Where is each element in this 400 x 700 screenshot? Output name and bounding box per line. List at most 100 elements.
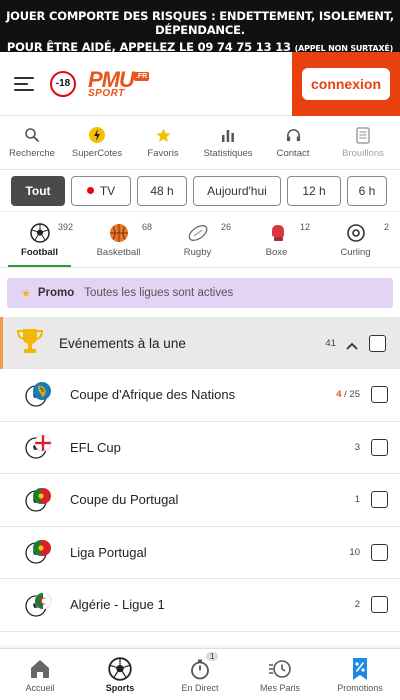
promo-text: Toutes les ligues sont actives bbox=[84, 287, 234, 299]
quick-nav-label: Brouillons bbox=[342, 148, 384, 159]
boxing-glove-icon bbox=[267, 222, 287, 244]
tab-rugby[interactable]: 26 Rugby bbox=[158, 218, 237, 267]
quick-nav: Recherche SuperCotes Favoris Statistique… bbox=[0, 116, 400, 170]
tab-football[interactable]: 392 Football bbox=[0, 218, 79, 267]
filter-today[interactable]: Aujourd'hui bbox=[193, 175, 281, 206]
competition-row-algerie-ligue1[interactable]: Algérie - Ligue 1 2 bbox=[0, 579, 400, 632]
tab-label: Rugby bbox=[183, 247, 212, 258]
curling-icon bbox=[346, 222, 366, 244]
portugal-flag-ball-icon bbox=[24, 485, 54, 515]
filter-48h[interactable]: 48 h bbox=[137, 175, 187, 206]
sport-tabs: 392 Football 68 Basketball 26 Rugby 12 B… bbox=[0, 218, 400, 268]
tab-label: Curling bbox=[340, 247, 371, 258]
bottom-nav-label: Sports bbox=[105, 683, 135, 693]
featured-events-header[interactable]: Evénements à la une 41 bbox=[0, 317, 400, 369]
trophy-icon bbox=[15, 327, 45, 360]
tab-count: 392 bbox=[57, 222, 73, 232]
tab-count: 26 bbox=[220, 222, 231, 232]
competition-name: EFL Cup bbox=[70, 439, 121, 455]
live-count-badge: 1 bbox=[206, 652, 219, 661]
competition-row-liga-portugal[interactable]: Liga Portugal 10 bbox=[0, 527, 400, 579]
competition-count-total: 2 bbox=[354, 599, 360, 611]
competition-row-coupe-portugal[interactable]: Coupe du Portugal 1 bbox=[0, 474, 400, 527]
tab-label: Basketball bbox=[96, 247, 141, 258]
competition-checkbox[interactable] bbox=[371, 543, 388, 561]
basketball-icon bbox=[109, 222, 129, 244]
competition-count: 2 bbox=[355, 599, 360, 610]
chevron-up-icon[interactable] bbox=[346, 337, 358, 355]
filter-all[interactable]: Tout bbox=[11, 175, 65, 206]
tab-curling[interactable]: 2 Curling bbox=[316, 218, 395, 267]
pmu-sport-logo[interactable]: PMU .FR SPORT bbox=[88, 68, 150, 99]
featured-title: Evénements à la une bbox=[59, 335, 186, 351]
featured-count: 41 bbox=[325, 337, 336, 349]
soccer-ball-icon bbox=[29, 222, 50, 244]
login-area: connexion bbox=[292, 52, 400, 116]
bottom-nav-accueil[interactable]: Accueil bbox=[0, 649, 80, 700]
filter-tv[interactable]: TV bbox=[71, 175, 131, 206]
competition-checkbox[interactable] bbox=[371, 438, 388, 456]
competition-count-total: 3 bbox=[354, 441, 360, 453]
tab-count: 12 bbox=[299, 222, 310, 232]
bottom-nav-label: En Direct bbox=[181, 683, 219, 693]
warning-line-1: Jouer comporte des risques : endettement… bbox=[6, 9, 394, 37]
competition-name: Coupe du Portugal bbox=[70, 492, 179, 508]
tab-label: Boxe bbox=[265, 247, 288, 258]
competition-checkbox[interactable] bbox=[371, 386, 388, 404]
bottom-nav-sports[interactable]: Sports bbox=[80, 649, 160, 700]
quick-nav-label: Statistiques bbox=[203, 148, 253, 159]
time-filters: Tout TV 48 h Aujourd'hui 12 h 6 h bbox=[0, 170, 400, 212]
rugby-ball-icon bbox=[187, 222, 209, 244]
tab-count: 68 bbox=[141, 222, 152, 232]
bottom-nav-mes-paris[interactable]: Mes Paris bbox=[240, 649, 320, 700]
featured-select-checkbox[interactable] bbox=[369, 334, 386, 352]
filter-tv-label: TV bbox=[99, 183, 116, 198]
quick-nav-label: Favoris bbox=[147, 148, 179, 159]
login-button[interactable]: connexion bbox=[301, 68, 390, 100]
quick-nav-brouillons[interactable]: Brouillons bbox=[326, 116, 400, 169]
page: Jouer comporte des risques : endettement… bbox=[0, 0, 400, 700]
competition-checkbox[interactable] bbox=[371, 596, 388, 614]
competition-checkbox[interactable] bbox=[371, 491, 388, 509]
live-dot-icon bbox=[86, 187, 94, 194]
competition-row-efl-cup[interactable]: EFL Cup 3 bbox=[0, 422, 400, 474]
competition-name: Coupe d'Afrique des Nations bbox=[70, 387, 236, 403]
bottom-nav-promotions[interactable]: Promotions bbox=[320, 649, 400, 700]
bottom-nav-en-direct[interactable]: 1 En Direct bbox=[160, 649, 240, 700]
algeria-flag-ball-icon bbox=[24, 590, 54, 620]
competition-count: 10 bbox=[349, 547, 360, 558]
quick-nav-contact[interactable]: Contact bbox=[260, 116, 326, 169]
competition-name: Algérie - Ligue 1 bbox=[70, 597, 165, 613]
supercotes-icon bbox=[88, 126, 106, 144]
bottom-nav-label: Promotions bbox=[337, 683, 383, 693]
competition-name: Liga Portugal bbox=[70, 544, 147, 560]
tab-boxe[interactable]: 12 Boxe bbox=[237, 218, 316, 267]
quick-nav-statistiques[interactable]: Statistiques bbox=[196, 116, 260, 169]
promo-star-icon: ★ bbox=[21, 287, 31, 300]
competition-row-can[interactable]: Coupe d'Afrique des Nations 4 / 25 bbox=[0, 369, 400, 422]
tab-count: 2 bbox=[383, 222, 389, 232]
promo-banner[interactable]: ★ Promo Toutes les ligues sont actives bbox=[7, 278, 393, 308]
tab-label: Football bbox=[21, 247, 58, 258]
drafts-icon bbox=[356, 126, 370, 144]
quick-nav-favoris[interactable]: Favoris bbox=[130, 116, 196, 169]
competition-count-total: / 25 bbox=[341, 389, 360, 401]
menu-icon[interactable] bbox=[14, 76, 34, 91]
tab-basketball[interactable]: 68 Basketball bbox=[79, 218, 158, 267]
competition-count: 4 / 25 bbox=[336, 389, 360, 400]
filter-12h[interactable]: 12 h bbox=[287, 175, 341, 206]
africa-flag-ball-icon bbox=[24, 380, 54, 410]
age-restriction-badge: -18 bbox=[50, 70, 76, 97]
filter-6h[interactable]: 6 h bbox=[347, 175, 387, 206]
bottom-nav: Accueil Sports 1 En Direct Mes Paris Pro… bbox=[0, 648, 400, 700]
stats-icon bbox=[220, 126, 236, 144]
bottom-nav-label: Accueil bbox=[25, 683, 55, 693]
competition-count-total: 10 bbox=[349, 546, 360, 558]
logo-fr: .FR bbox=[133, 71, 150, 81]
quick-nav-supercotes[interactable]: SuperCotes bbox=[64, 116, 130, 169]
england-flag-ball-icon bbox=[24, 432, 54, 462]
top-header: -18 PMU .FR SPORT connexion bbox=[0, 52, 400, 116]
quick-nav-search[interactable]: Recherche bbox=[0, 116, 64, 169]
promo-title: Promo bbox=[37, 287, 75, 299]
gambling-warning-banner: Jouer comporte des risques : endettement… bbox=[0, 0, 400, 54]
